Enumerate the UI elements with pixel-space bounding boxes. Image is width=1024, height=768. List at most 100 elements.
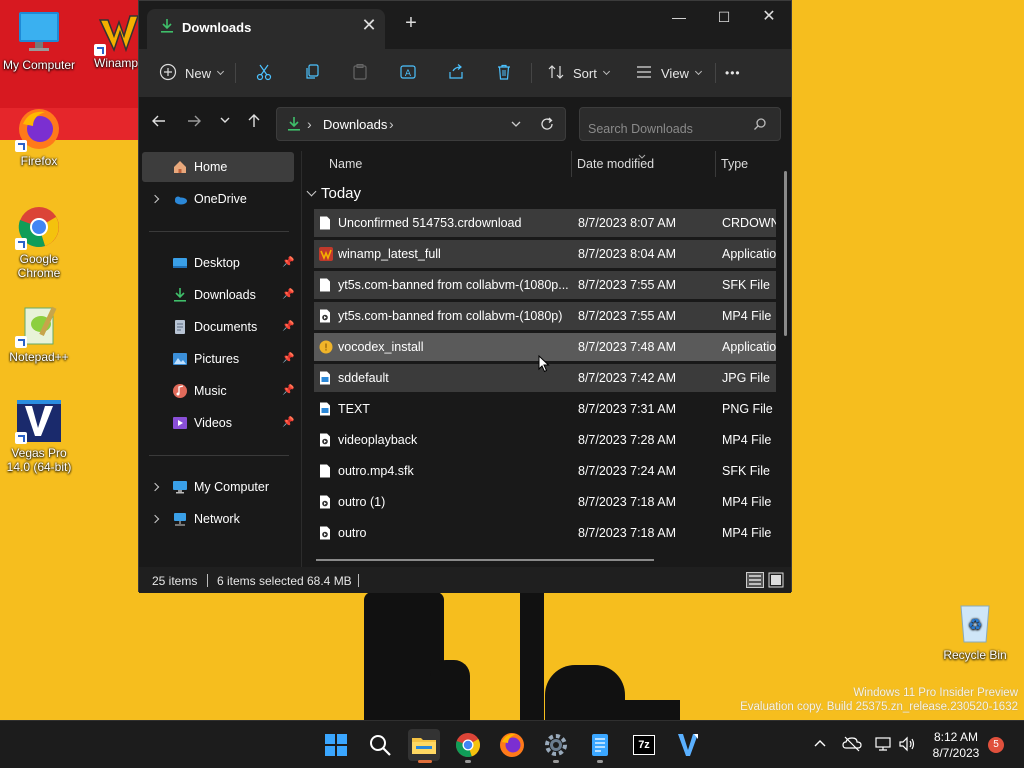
file-row[interactable]: yt5s.com-banned from collabvm-(1080p) 8/… <box>314 302 776 330</box>
share-button[interactable] <box>447 59 465 87</box>
notification-badge[interactable]: 5 <box>988 737 1004 753</box>
desktop-icon-recycle-bin[interactable]: ♻ Recycle Bin <box>936 600 1014 662</box>
view-button[interactable]: View <box>635 59 702 87</box>
share-icon <box>447 63 465 84</box>
search-icon[interactable] <box>753 117 767 134</box>
pin-icon[interactable]: 📌 <box>282 257 294 268</box>
column-divider[interactable] <box>571 151 572 177</box>
shortcut-arrow-icon <box>94 44 106 56</box>
rename-button[interactable]: A <box>399 59 417 87</box>
start-button[interactable] <box>320 729 352 761</box>
taskbar-settings[interactable] <box>540 729 572 763</box>
maximize-button[interactable]: ☐ <box>701 3 747 33</box>
sidebar-item-music[interactable]: Music 📌 <box>142 376 294 406</box>
clock[interactable]: 8:12 AM 8/7/2023 <box>926 729 986 761</box>
pin-icon[interactable]: 📌 <box>282 353 294 364</box>
taskbar-chrome[interactable] <box>452 729 484 763</box>
file-row[interactable]: outro.mp4.sfk 8/7/2023 7:24 AM SFK File <box>314 457 776 485</box>
breadcrumb-downloads[interactable]: Downloads <box>323 117 387 132</box>
desktop-icon-firefox[interactable]: Firefox <box>0 106 78 168</box>
close-window-button[interactable]: ✕ <box>746 3 792 33</box>
title-bar[interactable]: Downloads ✕ + — ☐ ✕ <box>139 1 791 49</box>
sidebar-item-home[interactable]: Home <box>142 152 294 182</box>
gear-icon <box>545 734 567 756</box>
cloud-offline-icon[interactable] <box>842 735 862 756</box>
pin-icon[interactable]: 📌 <box>282 289 294 300</box>
winamp-installer-icon <box>319 247 333 261</box>
pin-icon[interactable]: 📌 <box>282 385 294 396</box>
search-button[interactable] <box>364 729 396 761</box>
chevron-right-icon[interactable] <box>150 482 160 492</box>
details-view-button[interactable] <box>746 572 764 591</box>
column-divider[interactable] <box>715 151 716 177</box>
show-hidden-icons-button[interactable] <box>812 736 828 755</box>
taskbar-7zip[interactable]: 7z <box>628 729 660 761</box>
column-header-type[interactable]: Type <box>721 157 748 181</box>
file-row[interactable]: outro 8/7/2023 7:18 AM MP4 File <box>314 519 776 547</box>
explorer-body: Home OneDrive Desktop 📌 Downloads 📌 Docu… <box>139 151 791 567</box>
pin-icon[interactable]: 📌 <box>282 321 294 332</box>
delete-button[interactable] <box>495 59 513 87</box>
selected-size: 68.4 MB <box>307 574 352 588</box>
desktop-icon-notepad-plus-plus[interactable]: Notepad++ <box>0 302 78 364</box>
vertical-scrollbar[interactable] <box>784 171 787 336</box>
sidebar-item-onedrive[interactable]: OneDrive <box>142 184 294 214</box>
paste-button[interactable] <box>351 59 369 87</box>
file-row[interactable]: Unconfirmed 514753.crdownload 8/7/2023 8… <box>314 209 776 237</box>
taskbar-firefox[interactable] <box>496 729 528 761</box>
cut-button[interactable] <box>255 59 273 87</box>
taskbar-file-explorer[interactable] <box>408 729 440 763</box>
image-file-icon <box>319 402 331 416</box>
tab-downloads[interactable]: Downloads ✕ <box>147 9 385 49</box>
desktop-icon-google-chrome[interactable]: Google Chrome <box>0 204 78 280</box>
close-tab-button[interactable]: ✕ <box>359 16 379 36</box>
new-button[interactable]: New <box>159 59 225 87</box>
desktop-icon-vegas-pro[interactable]: Vegas Pro 14.0 (64-bit) <box>0 398 78 474</box>
address-bar[interactable]: › Downloads › <box>276 107 566 141</box>
desktop-icon-winamp[interactable]: Winamp <box>78 10 138 70</box>
sidebar-item-videos[interactable]: Videos 📌 <box>142 408 294 438</box>
tiles-view-button[interactable] <box>768 572 784 591</box>
taskbar-notepad[interactable] <box>584 729 616 763</box>
forward-button[interactable] <box>183 113 205 135</box>
volume-icon[interactable] <box>898 735 916 756</box>
minimize-button[interactable]: — <box>656 3 702 33</box>
status-divider <box>358 574 359 587</box>
sort-button[interactable]: Sort <box>547 59 610 87</box>
sidebar-item-desktop[interactable]: Desktop 📌 <box>142 248 294 278</box>
selected-count: 6 items selected <box>217 574 304 588</box>
status-divider <box>207 574 208 587</box>
sidebar-item-my-computer[interactable]: My Computer <box>142 472 294 502</box>
group-header-today[interactable]: Today <box>306 185 361 202</box>
sidebar-item-pictures[interactable]: Pictures 📌 <box>142 344 294 374</box>
up-button[interactable] <box>243 113 265 135</box>
file-row[interactable]: videoplayback 8/7/2023 7:28 AM MP4 File <box>314 426 776 454</box>
sidebar-item-network[interactable]: Network <box>142 504 294 534</box>
taskbar-vegas-pro[interactable] <box>672 729 704 761</box>
new-tab-button[interactable]: + <box>401 13 421 33</box>
column-header-name[interactable]: Name <box>329 157 362 181</box>
recent-locations-button[interactable] <box>214 113 236 135</box>
see-more-button[interactable]: ••• <box>725 59 741 87</box>
running-indicator <box>418 760 432 763</box>
file-row[interactable]: TEXT 8/7/2023 7:31 AM PNG File <box>314 395 776 423</box>
network-status-icon[interactable] <box>874 735 892 756</box>
pin-icon[interactable]: 📌 <box>282 417 294 428</box>
sidebar-item-documents[interactable]: Documents 📌 <box>142 312 294 342</box>
breadcrumb-separator[interactable]: › <box>389 116 394 132</box>
file-row[interactable]: yt5s.com-banned from collabvm-(1080p... … <box>314 271 776 299</box>
back-button[interactable] <box>148 113 170 135</box>
chevron-right-icon[interactable] <box>150 514 160 524</box>
refresh-button[interactable] <box>539 116 555 135</box>
horizontal-scrollbar[interactable] <box>316 559 654 561</box>
address-dropdown-button[interactable] <box>509 117 523 134</box>
breadcrumb-separator[interactable]: › <box>307 116 312 132</box>
file-row[interactable]: winamp_latest_full 8/7/2023 8:04 AM Appl… <box>314 240 776 268</box>
video-file-icon <box>319 495 331 509</box>
copy-button[interactable] <box>303 59 321 87</box>
chevron-right-icon[interactable] <box>150 194 160 204</box>
desktop-icon-my-computer[interactable]: My Computer <box>0 10 78 72</box>
search-input[interactable] <box>579 107 781 141</box>
file-row[interactable]: outro (1) 8/7/2023 7:18 AM MP4 File <box>314 488 776 516</box>
sidebar-item-downloads[interactable]: Downloads 📌 <box>142 280 294 310</box>
